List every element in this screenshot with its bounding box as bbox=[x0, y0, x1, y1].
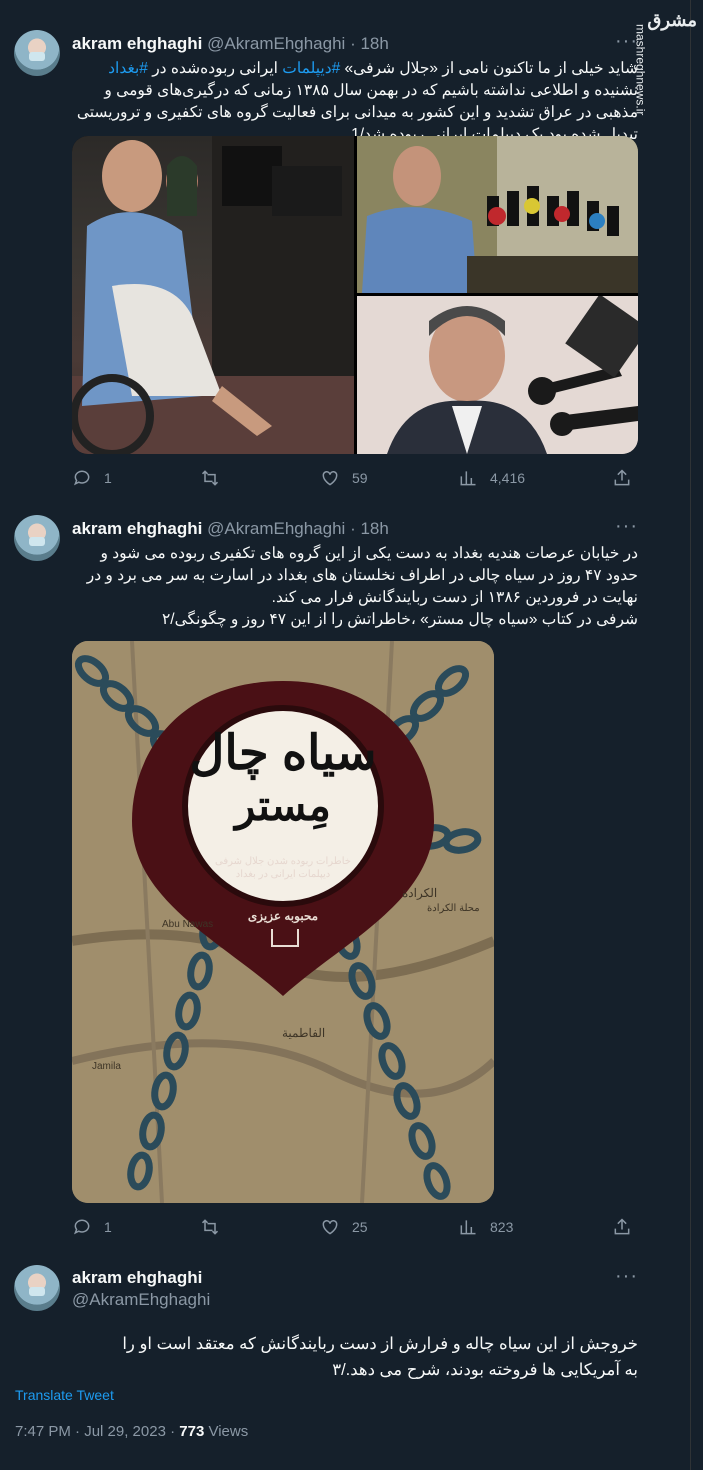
retweet-icon bbox=[201, 1219, 219, 1235]
analytics-icon bbox=[460, 1220, 476, 1235]
hashtag-link[interactable]: #دیپلمات bbox=[282, 60, 340, 77]
tweet-time[interactable]: · 18h bbox=[350, 519, 389, 538]
reply-count: 1 bbox=[104, 470, 112, 486]
more-options-icon[interactable]: ··· bbox=[615, 515, 638, 538]
book-title-line2: مِستر bbox=[235, 782, 331, 829]
views-label: Views bbox=[204, 1423, 249, 1440]
view-count: 4,416 bbox=[490, 470, 526, 486]
tweet-header: akram ehghaghi @AkramEhghaghi · 18h bbox=[72, 519, 389, 539]
text-segment: ایرانی ربوده‌شده در bbox=[147, 60, 283, 77]
author-handle[interactable]: @AkramEhghaghi bbox=[207, 519, 345, 538]
views-button[interactable]: 823 bbox=[458, 1217, 513, 1237]
tweet-3[interactable]: akram ehghaghi @AkramEhghaghi ··· خروجش … bbox=[0, 1255, 690, 1470]
book-author: محبوبه عزیزی bbox=[247, 909, 319, 923]
share-icon bbox=[614, 469, 630, 486]
author-name[interactable]: akram ehghaghi bbox=[72, 519, 202, 538]
hashtag-link[interactable]: #بغداد bbox=[108, 60, 148, 77]
map-label: محلة الكرادة bbox=[427, 903, 480, 914]
tweet-paragraph-2: شرفی در کتاب «سیاه چال مستر» ،خاطراتش را… bbox=[161, 611, 638, 628]
column-divider bbox=[690, 0, 691, 1470]
reply-count: 1 bbox=[104, 1219, 112, 1235]
more-options-icon[interactable]: ··· bbox=[615, 30, 638, 53]
like-button[interactable]: 59 bbox=[320, 468, 368, 488]
map-label: الفاطمية bbox=[282, 1026, 326, 1040]
photo-grid[interactable] bbox=[72, 136, 638, 454]
author-name[interactable]: akram ehghaghi bbox=[72, 1267, 210, 1289]
text-segment: شاید خیلی از ما تاکنون نامی از «جلال شرف… bbox=[340, 60, 638, 77]
photo-wheelchair-image bbox=[72, 136, 354, 454]
view-count: 773 bbox=[179, 1423, 205, 1440]
author-handle[interactable]: @AkramEhghaghi bbox=[72, 1289, 210, 1311]
tweet-text: شاید خیلی از ما تاکنون نامی از «جلال شرف… bbox=[72, 58, 638, 146]
book-title-line1: سیاه چال bbox=[189, 727, 377, 780]
map-label: Abu Nawas bbox=[162, 919, 214, 930]
like-count: 59 bbox=[352, 470, 368, 486]
share-icon bbox=[614, 1218, 630, 1235]
retweet-button[interactable] bbox=[200, 468, 220, 488]
more-options-icon[interactable]: ··· bbox=[615, 1265, 638, 1288]
tweet-1[interactable]: akram ehghaghi @AkramEhghaghi · 18h ··· … bbox=[0, 0, 690, 505]
analytics-icon bbox=[460, 471, 476, 486]
tweet-actions: 1 25 823 bbox=[72, 1217, 638, 1241]
share-button[interactable] bbox=[612, 1217, 632, 1237]
book-subtitle-line1: خاطرات ربوده شدن جلال شرفی bbox=[215, 856, 351, 867]
photo-press-image bbox=[357, 136, 638, 293]
avatar[interactable] bbox=[14, 515, 60, 561]
translate-tweet-link[interactable]: Translate Tweet bbox=[15, 1387, 114, 1403]
tweet-text: خروجش از این سیاه چاله و فرارش از دست رب… bbox=[122, 1335, 638, 1379]
tweet-actions: 1 59 4,416 bbox=[72, 468, 638, 492]
photo-press-conference[interactable] bbox=[357, 136, 638, 293]
reply-button[interactable]: 1 bbox=[72, 1217, 112, 1237]
map-label: الكرادة bbox=[402, 886, 438, 900]
views-button[interactable]: 4,416 bbox=[458, 468, 525, 488]
reply-icon bbox=[73, 1219, 90, 1235]
map-label: Jamila bbox=[92, 1061, 121, 1072]
tweet-header: akram ehghaghi @AkramEhghaghi bbox=[72, 1267, 210, 1311]
book-cover-image[interactable]: سیاه چال مِستر خاطرات ربوده شدن جلال شرف… bbox=[72, 641, 494, 1203]
publisher-logo-icon bbox=[271, 929, 299, 947]
tweet-text: در خیابان عرصات هندیه بغداد به دست یکی ا… bbox=[72, 543, 638, 631]
tweet-paragraph-1: در خیابان عرصات هندیه بغداد به دست یکی ا… bbox=[86, 545, 638, 606]
book-subtitle: خاطرات ربوده شدن جلال شرفی دیپلمات ایران… bbox=[203, 855, 363, 881]
book-title: سیاه چال مِستر bbox=[185, 726, 381, 830]
reply-icon bbox=[73, 470, 90, 486]
tweet-header: akram ehghaghi @AkramEhghaghi · 18h bbox=[72, 34, 389, 54]
like-count: 25 bbox=[352, 1219, 368, 1235]
tweet-time[interactable]: · 18h bbox=[350, 34, 389, 53]
photo-wheelchair[interactable] bbox=[72, 136, 354, 454]
heart-icon bbox=[322, 470, 338, 486]
heart-icon bbox=[322, 1219, 338, 1235]
author-handle[interactable]: @AkramEhghaghi bbox=[207, 34, 345, 53]
share-button[interactable] bbox=[612, 468, 632, 488]
reply-button[interactable]: 1 bbox=[72, 468, 112, 488]
retweet-button[interactable] bbox=[200, 1217, 220, 1237]
tweet-2[interactable]: akram ehghaghi @AkramEhghaghi · 18h ··· … bbox=[0, 505, 690, 1255]
book-subtitle-line2: دیپلمات ایرانی در بغداد bbox=[235, 869, 331, 880]
text-segment: نشنیده و اطلاعی نداشته باشیم که در بهمن … bbox=[76, 82, 638, 143]
avatar[interactable] bbox=[14, 1265, 60, 1311]
photo-suited-image bbox=[357, 296, 638, 454]
avatar[interactable] bbox=[14, 30, 60, 76]
timestamp-text[interactable]: 7:47 PM · Jul 29, 2023 · bbox=[15, 1423, 179, 1440]
retweet-icon bbox=[201, 470, 219, 486]
like-button[interactable]: 25 bbox=[320, 1217, 368, 1237]
view-count: 823 bbox=[490, 1219, 514, 1235]
author-name[interactable]: akram ehghaghi bbox=[72, 34, 202, 53]
photo-suited-man[interactable] bbox=[357, 296, 638, 454]
tweet-timestamp: 7:47 PM · Jul 29, 2023 · 773 Views bbox=[15, 1423, 248, 1440]
